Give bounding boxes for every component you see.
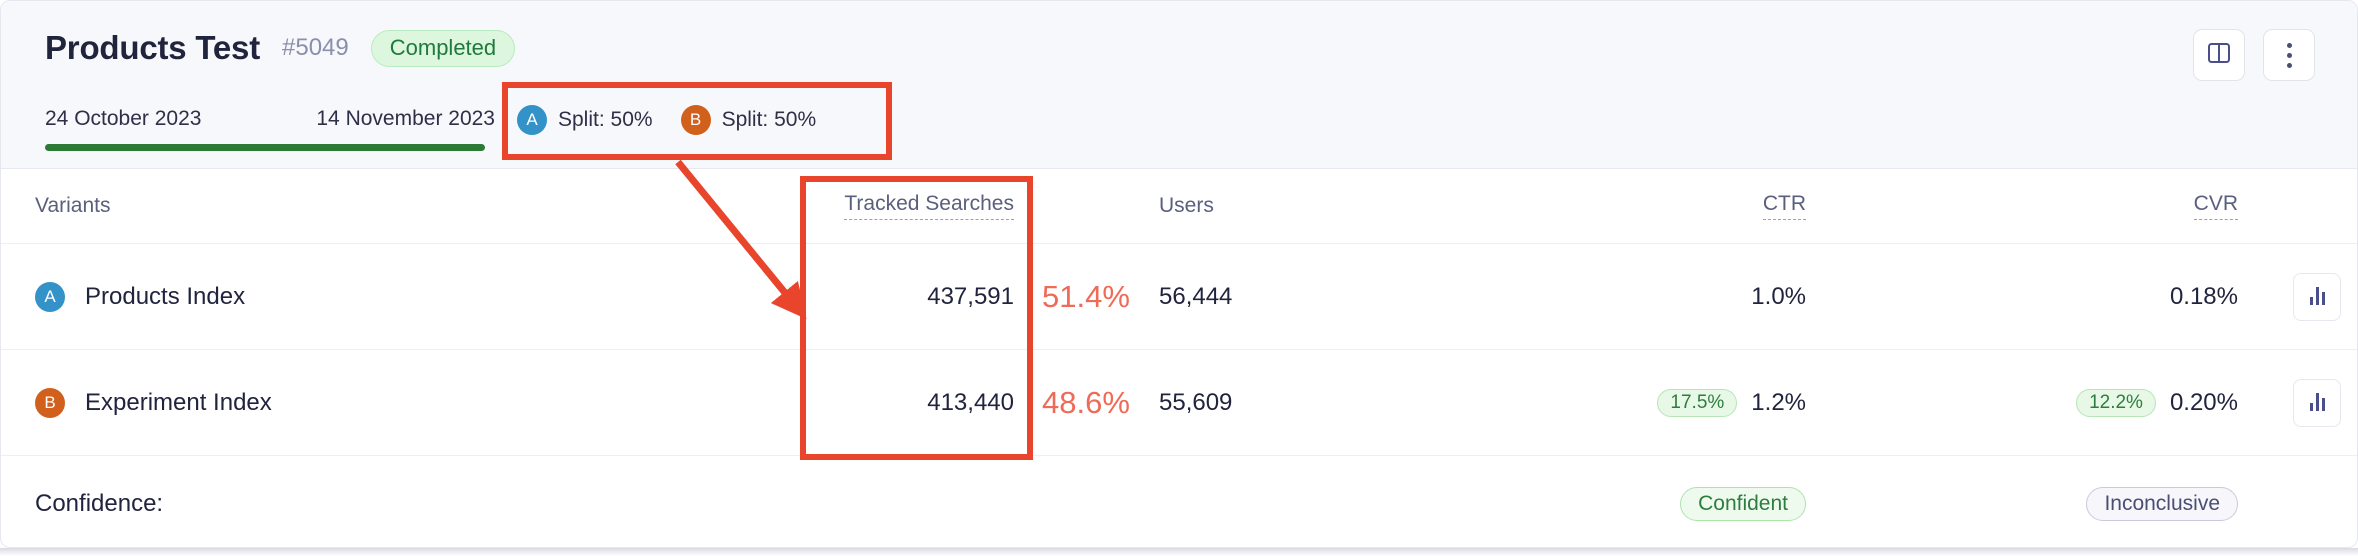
row-b-variant-cell: B Experiment Index: [1, 388, 801, 418]
row-a-ctr-cell: 1.0%: [1431, 283, 1861, 311]
split-item-a: A Split: 50%: [517, 105, 653, 135]
confidence-label-cell: Confidence:: [1, 490, 801, 518]
row-b-ctr-cell: 17.5% 1.2%: [1431, 389, 1861, 417]
confidence-ctr-badge: Confident: [1680, 487, 1806, 521]
confidence-ctr-cell: Confident: [1431, 487, 1861, 521]
row-a-share-cell: 51.4%: [1034, 279, 1159, 315]
col-header-ctr[interactable]: CTR: [1763, 192, 1806, 220]
header-actions: [2193, 29, 2315, 81]
more-options-button[interactable]: [2263, 29, 2315, 81]
confidence-label: Confidence:: [35, 490, 163, 517]
row-b-cvr: 0.20%: [2170, 389, 2238, 417]
variant-a-badge: A: [35, 282, 65, 312]
experiment-card: Products Test #5049 Completed 24 October…: [0, 0, 2358, 548]
row-a-tracked-share: 51.4%: [1042, 279, 1130, 314]
col-header-cvr[interactable]: CVR: [2194, 192, 2238, 220]
bar-chart-icon: [2310, 393, 2325, 411]
variant-b-badge: B: [681, 105, 711, 135]
col-header-tracked-searches[interactable]: Tracked Searches: [844, 192, 1014, 220]
row-b-cvr-cell: 12.2% 0.20%: [1861, 389, 2293, 417]
col-header-variants-cell: Variants: [1, 194, 801, 218]
row-a-users-cell: 56,444: [1159, 283, 1431, 311]
table-row[interactable]: A Products Index 437,591 51.4% 56,444 1.…: [1, 244, 2358, 350]
table-header-row: Variants Tracked Searches Users CTR CVR: [1, 169, 2358, 244]
confidence-cvr-cell: Inconclusive: [1861, 487, 2293, 521]
columns-icon: [2206, 40, 2232, 71]
bar-chart-icon: [2310, 287, 2325, 305]
confidence-row: Confidence: Confident Inconclusive: [1, 456, 2358, 548]
row-b-cvr-uplift: 12.2%: [2076, 389, 2156, 417]
row-a-variant-name: Products Index: [85, 283, 245, 311]
row-a-tracked-cell: 437,591: [801, 283, 1034, 311]
col-header-users-cell: Users: [1159, 194, 1431, 218]
title-row: Products Test #5049 Completed: [45, 29, 515, 67]
start-date: 24 October 2023: [45, 107, 201, 131]
row-a-cvr-cell: 0.18%: [1861, 283, 2293, 311]
split-a-label: Split: 50%: [558, 108, 653, 132]
end-date: 14 November 2023: [316, 107, 495, 131]
split-info-group: A Split: 50% B Split: 50%: [517, 105, 816, 135]
row-b-ctr-uplift: 17.5%: [1657, 389, 1737, 417]
row-b-action-cell: [2293, 379, 2358, 427]
row-b-ctr: 1.2%: [1751, 389, 1806, 417]
table-row[interactable]: B Experiment Index 413,440 48.6% 55,609 …: [1, 350, 2358, 456]
test-id: #5049: [282, 34, 349, 62]
row-a-ctr: 1.0%: [1751, 283, 1806, 311]
row-a-cvr: 0.18%: [2170, 283, 2238, 311]
variant-a-badge: A: [517, 105, 547, 135]
page-title: Products Test: [45, 29, 260, 67]
status-badge: Completed: [371, 30, 515, 67]
row-b-variant-name: Experiment Index: [85, 389, 272, 417]
row-a-chart-button[interactable]: [2293, 273, 2341, 321]
more-vertical-icon: [2287, 43, 2292, 68]
col-header-users: Users: [1159, 194, 1214, 217]
row-a-tracked-searches: 437,591: [927, 283, 1014, 310]
row-b-share-cell: 48.6%: [1034, 385, 1159, 421]
variant-b-badge: B: [35, 388, 65, 418]
row-b-users-cell: 55,609: [1159, 389, 1431, 417]
col-header-tracked-cell: Tracked Searches: [801, 192, 1034, 220]
row-b-chart-button[interactable]: [2293, 379, 2341, 427]
confidence-cvr-badge: Inconclusive: [2086, 487, 2238, 521]
date-range-block: 24 October 2023 14 November 2023: [45, 107, 495, 151]
row-b-tracked-cell: 413,440: [801, 389, 1034, 417]
col-header-ctr-cell: CTR: [1431, 192, 1861, 220]
split-item-b: B Split: 50%: [681, 105, 817, 135]
row-b-tracked-share: 48.6%: [1042, 385, 1130, 420]
page-bottom-edge: [0, 548, 2358, 556]
row-a-variant-cell: A Products Index: [1, 282, 801, 312]
split-b-label: Split: 50%: [722, 108, 817, 132]
row-b-users: 55,609: [1159, 389, 1232, 416]
split-view-button[interactable]: [2193, 29, 2245, 81]
results-table: Variants Tracked Searches Users CTR CVR: [1, 169, 2358, 548]
row-a-users: 56,444: [1159, 283, 1232, 310]
experiment-header: Products Test #5049 Completed 24 October…: [1, 1, 2358, 169]
col-header-cvr-cell: CVR: [1861, 192, 2293, 220]
experiment-progress-bar: [45, 144, 485, 151]
experiment-results-screen: Products Test #5049 Completed 24 October…: [0, 0, 2358, 556]
row-b-tracked-searches: 413,440: [927, 389, 1014, 416]
col-header-variants: Variants: [35, 194, 110, 217]
row-a-action-cell: [2293, 273, 2358, 321]
